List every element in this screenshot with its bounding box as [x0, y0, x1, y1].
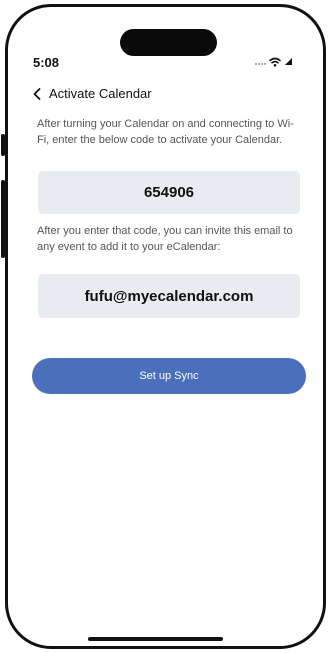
- invite-instructions: After you enter that code, you can invit…: [37, 225, 293, 253]
- back-chevron-icon[interactable]: [33, 87, 43, 101]
- activation-instructions: After turning your Calendar on and conne…: [37, 118, 294, 146]
- battery-icon: [285, 58, 292, 65]
- page-title: Activate Calendar: [49, 86, 152, 101]
- home-indicator[interactable]: [88, 637, 223, 641]
- status-icons: [255, 57, 293, 67]
- page-header: Activate Calendar: [33, 86, 152, 101]
- signal-dots-icon: [255, 63, 266, 65]
- activation-code: 654906: [38, 171, 300, 214]
- calendar-email: fufu@myecalendar.com: [38, 274, 300, 318]
- dynamic-island: [120, 29, 217, 56]
- status-time: 5:08: [33, 55, 60, 70]
- wifi-icon: [269, 57, 281, 67]
- setup-sync-button[interactable]: Set up Sync: [32, 358, 306, 394]
